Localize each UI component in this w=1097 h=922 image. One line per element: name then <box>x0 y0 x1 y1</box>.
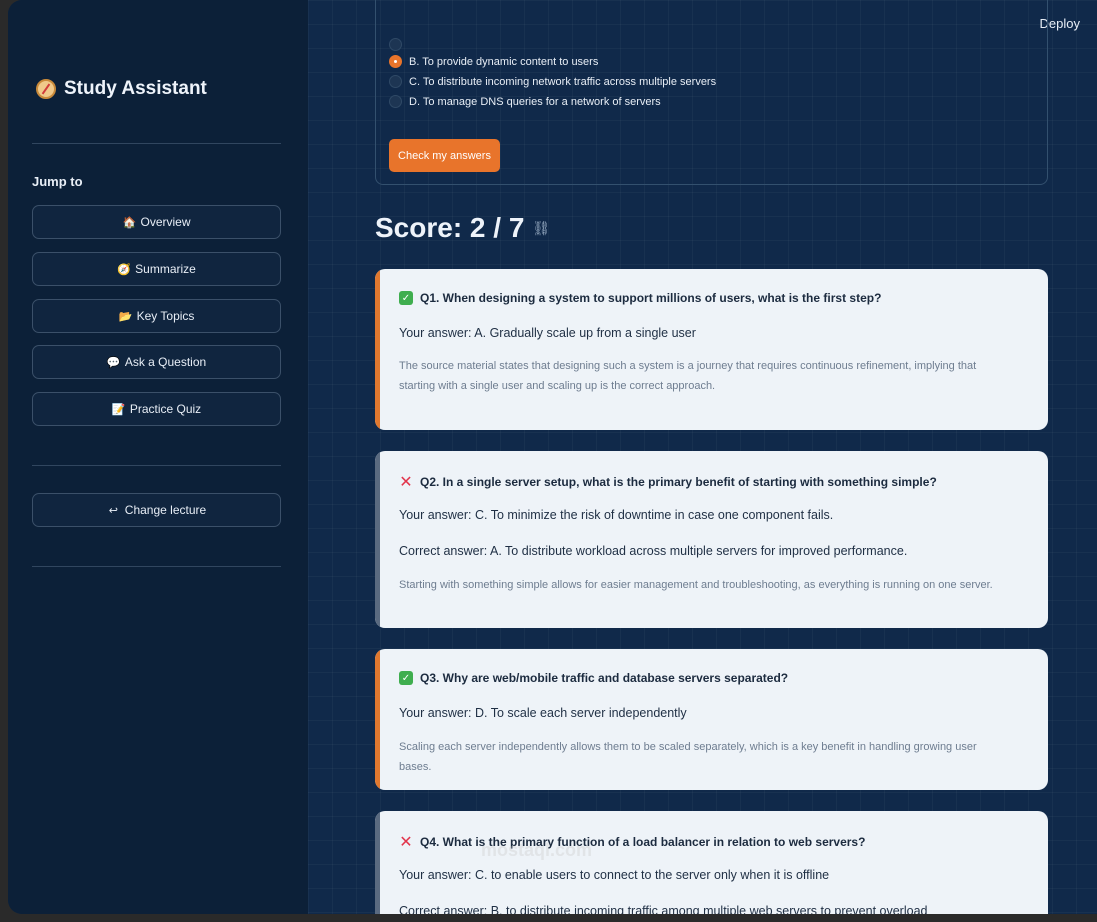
link-icon[interactable]: ⛓ <box>532 220 550 237</box>
your-answer: Your answer: C. to enable users to conne… <box>399 868 830 882</box>
your-answer: Your answer: D. To scale each server ind… <box>399 706 687 720</box>
result-question: ✕ Q4. What is the primary function of a … <box>399 832 865 852</box>
sidebar-item-summarize[interactable]: 🧭 Summarize <box>32 252 281 286</box>
result-card: ✓ Q3. Why are web/mobile traffic and dat… <box>375 649 1048 790</box>
radio-icon <box>389 95 402 108</box>
question-text: Q2. In a single server setup, what is th… <box>420 475 937 489</box>
app-window: Study Assistant Jump to 🏠 Overview 🧭 Sum… <box>8 0 1097 914</box>
change-lecture-label: Change lecture <box>124 503 207 517</box>
explanation: Starting with something simple allows fo… <box>399 579 993 591</box>
sidebar-divider <box>32 465 281 466</box>
folder-icon: 📂 <box>118 310 133 323</box>
app-title-text: Study Assistant <box>64 78 207 99</box>
check-answers-button[interactable]: Check my answers <box>389 139 500 172</box>
change-lecture-button[interactable]: ↩ Change lecture <box>32 493 281 527</box>
result-accent-bar <box>375 269 380 430</box>
result-card: ✕ Q4. What is the primary function of a … <box>375 811 1048 914</box>
memo-icon: 📝 <box>111 403 126 416</box>
correct-answer: Correct answer: B. to distribute incomin… <box>399 904 928 914</box>
cross-mark-icon: ✕ <box>399 834 413 851</box>
score-heading: Score: 2 / 7 ⛓ <box>375 212 550 244</box>
result-card: ✕ Q2. In a single server setup, what is … <box>375 451 1048 628</box>
radio-icon <box>389 75 402 88</box>
result-accent-bar <box>375 811 380 914</box>
compass-icon <box>36 79 56 99</box>
sidebar-divider <box>32 566 281 567</box>
explanation: The source material states that designin… <box>399 360 977 392</box>
sidebar-item-label: Practice Quiz <box>129 402 202 416</box>
quiz-option-partial[interactable] <box>389 38 402 51</box>
radio-icon <box>389 38 402 51</box>
question-text: Q4. What is the primary function of a lo… <box>420 835 866 849</box>
main-content: Deploy B. To provide dynamic content to … <box>308 0 1097 914</box>
sidebar-item-overview[interactable]: 🏠 Overview <box>32 205 281 239</box>
result-question: ✓ Q3. Why are web/mobile traffic and dat… <box>399 671 788 685</box>
cross-mark-icon: ✕ <box>399 474 413 491</box>
sidebar: Study Assistant Jump to 🏠 Overview 🧭 Sum… <box>8 0 308 914</box>
quiz-option-label: C. To distribute incoming network traffi… <box>409 75 717 88</box>
result-question: ✕ Q2. In a single server setup, what is … <box>399 472 937 492</box>
question-text: Q1. When designing a system to support m… <box>420 291 882 305</box>
quiz-option-c[interactable]: C. To distribute incoming network traffi… <box>389 75 716 88</box>
app-title: Study Assistant <box>36 78 207 100</box>
return-arrow-icon: ↩ <box>108 504 118 517</box>
quiz-option-label: D. To manage DNS queries for a network o… <box>409 95 661 108</box>
sidebar-divider <box>32 143 281 144</box>
check-mark-icon: ✓ <box>399 671 413 685</box>
result-accent-bar <box>375 451 380 628</box>
result-card: ✓ Q1. When designing a system to support… <box>375 269 1048 430</box>
quiz-option-d[interactable]: D. To manage DNS queries for a network o… <box>389 95 661 108</box>
quiz-option-label: B. To provide dynamic content to users <box>409 55 599 68</box>
quiz-option-b[interactable]: B. To provide dynamic content to users <box>389 55 598 68</box>
sidebar-item-key-topics[interactable]: 📂 Key Topics <box>32 299 281 333</box>
check-mark-icon: ✓ <box>399 291 413 305</box>
result-question: ✓ Q1. When designing a system to support… <box>399 291 881 305</box>
correct-answer: Correct answer: A. To distribute workloa… <box>399 544 908 558</box>
question-text: Q3. Why are web/mobile traffic and datab… <box>420 671 789 685</box>
sidebar-item-label: Summarize <box>135 262 196 276</box>
sidebar-item-label: Ask a Question <box>124 355 207 369</box>
speech-bubble-icon: 💬 <box>106 356 121 369</box>
explanation: Scaling each server independently allows… <box>399 741 977 773</box>
sidebar-item-practice-quiz[interactable]: 📝 Practice Quiz <box>32 392 281 426</box>
your-answer: Your answer: A. Gradually scale up from … <box>399 326 696 340</box>
jump-to-label: Jump to <box>32 174 83 189</box>
your-answer: Your answer: C. To minimize the risk of … <box>399 508 834 522</box>
result-accent-bar <box>375 649 380 790</box>
house-icon: 🏠 <box>122 216 137 229</box>
sidebar-item-label: Overview <box>140 215 191 229</box>
sidebar-item-ask-question[interactable]: 💬 Ask a Question <box>32 345 281 379</box>
sidebar-item-label: Key Topics <box>136 309 195 323</box>
compass-icon: 🧭 <box>117 263 131 276</box>
score-text: Score: 2 / 7 <box>375 212 525 243</box>
radio-selected-icon <box>389 55 402 68</box>
